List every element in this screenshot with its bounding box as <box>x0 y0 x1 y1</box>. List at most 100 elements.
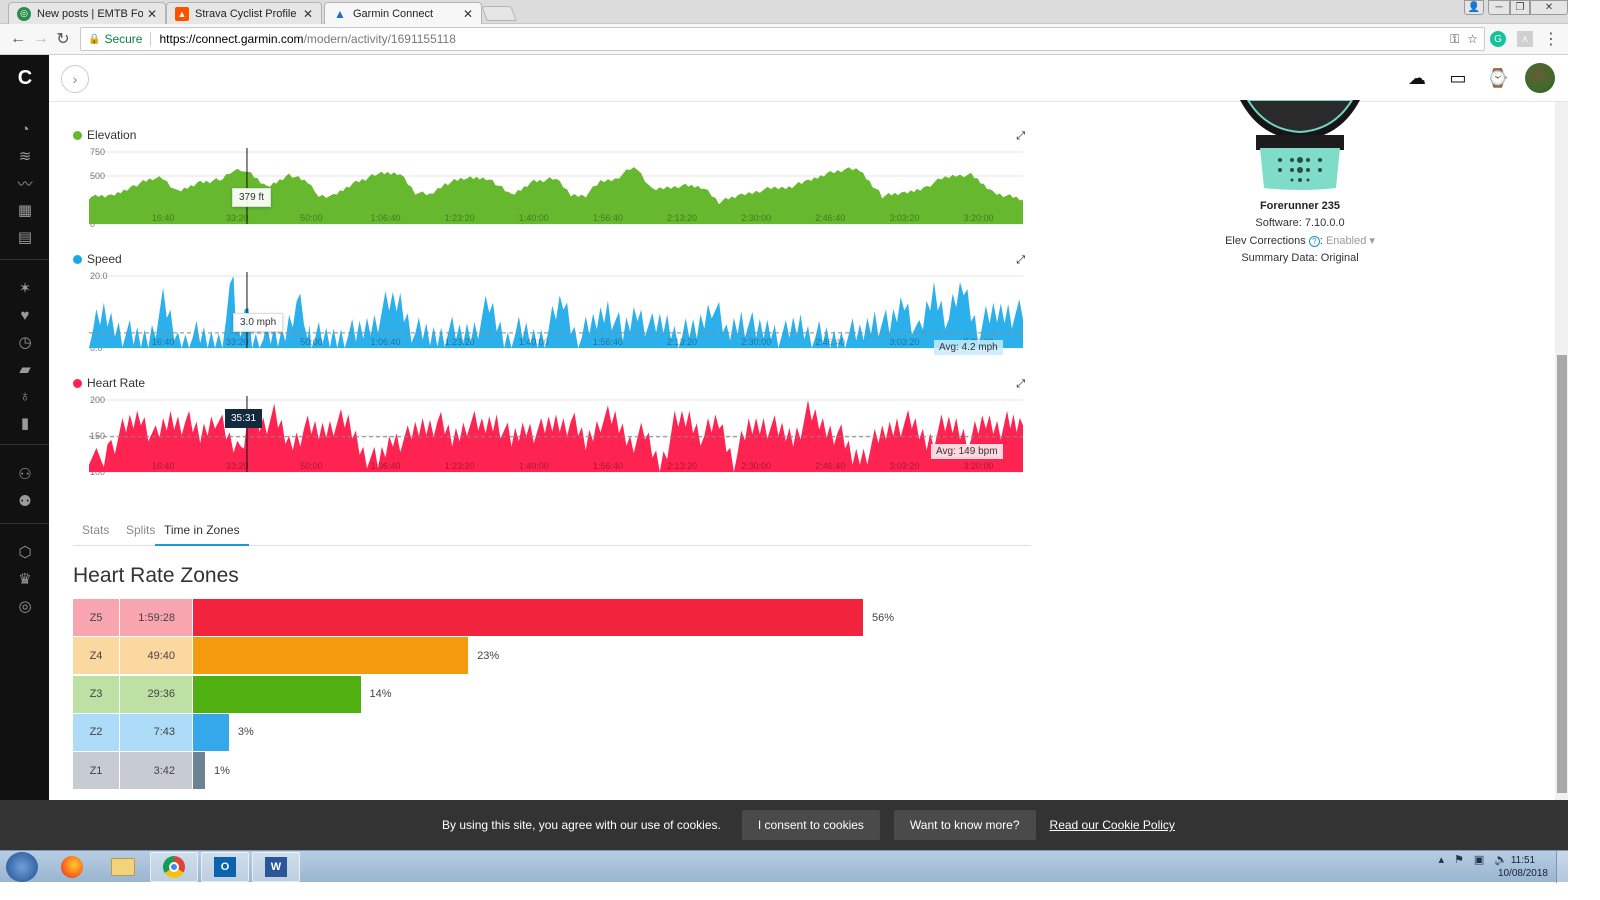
cookie-policy-link[interactable]: Read our Cookie Policy <box>1050 818 1175 832</box>
heart-rate-average-label: Avg: 149 bpm <box>931 444 1003 459</box>
x-tick-label: 50:00 <box>300 461 323 471</box>
consent-cookies-button[interactable]: I consent to cookies <box>741 810 880 840</box>
menu-kebab-icon[interactable]: ⋮ <box>1541 29 1561 49</box>
person-icon[interactable]: ✶ <box>14 277 36 299</box>
x-tick-label: 1:23:20 <box>445 461 475 471</box>
badge-icon[interactable]: ⬡ <box>14 541 36 563</box>
x-tick-label: 2:30:00 <box>741 461 771 471</box>
network-icon[interactable]: ▣ <box>1474 853 1484 866</box>
address-bar[interactable]: 🔒 Secure https://connect.garmin.com /mod… <box>80 27 1485 51</box>
zone-percent: 14% <box>369 688 392 701</box>
word-icon[interactable]: W <box>252 852 300 882</box>
lightbulb-icon[interactable]: ♁ <box>14 385 36 407</box>
show-desktop-button[interactable] <box>1556 851 1568 883</box>
speed-chart-title: Speed <box>73 252 122 266</box>
upload-cloud-icon[interactable]: ☁ <box>1406 67 1428 89</box>
action-center-flag-icon[interactable]: ⚑ <box>1454 853 1464 866</box>
target-icon[interactable]: ◎ <box>14 595 36 617</box>
profile-icon[interactable]: 👤 <box>1464 0 1484 15</box>
inbox-icon[interactable]: ▭ <box>1447 67 1469 89</box>
fullscreen-icon[interactable]: ⤢ <box>1016 130 1025 143</box>
speed-chart: Speed ⤢ 0.020.016:4033:2050:001:06:401:2… <box>73 252 1033 352</box>
x-tick-label: 1:40:00 <box>519 213 549 223</box>
bar-chart-icon[interactable]: ▮ <box>14 412 36 434</box>
minimize-button[interactable]: ─ <box>1488 0 1510 15</box>
show-hidden-icons[interactable]: ▴ <box>1438 853 1444 866</box>
heart-rate-plot[interactable]: 10015020016:4033:2050:001:06:401:23:201:… <box>73 394 1033 476</box>
x-tick-label: 1:06:40 <box>370 337 400 347</box>
reload-icon[interactable]: ↻ <box>53 29 73 49</box>
browser-tab-strava[interactable]: ▲ Strava Cyclist Profile | Tuc ✕ <box>166 2 322 24</box>
close-tab-icon[interactable]: ✕ <box>463 7 473 21</box>
outlook-icon[interactable]: O <box>201 852 249 882</box>
divider <box>0 444 49 445</box>
zone-bar <box>193 637 469 675</box>
fullscreen-icon[interactable]: ⤢ <box>1016 254 1025 267</box>
x-tick-label: 1:56:40 <box>593 461 623 471</box>
zone-label: Z3 <box>73 675 119 713</box>
news-icon[interactable]: ▤ <box>14 226 36 248</box>
x-tick-label: 3:03:20 <box>889 461 919 471</box>
tab-time-in-zones[interactable]: Time in Zones <box>155 523 249 546</box>
shoe-icon[interactable]: ▰ <box>14 358 36 380</box>
close-tab-icon[interactable]: ✕ <box>303 7 313 21</box>
new-tab-button[interactable] <box>481 6 517 21</box>
help-icon[interactable]: ? <box>1308 235 1320 247</box>
strava-favicon: ▲ <box>175 6 189 21</box>
tab-stats[interactable]: Stats <box>82 523 109 544</box>
legend-dot <box>73 130 82 140</box>
expand-sidebar-button[interactable]: › <box>61 65 89 93</box>
browser-tab-emtb[interactable]: ◎ New posts | EMTB Forum ✕ <box>8 2 166 24</box>
y-tick-label: 750 <box>90 147 105 157</box>
start-button[interactable] <box>6 852 38 882</box>
tab-splits[interactable]: Splits <box>126 523 155 544</box>
lock-icon: 🔒 <box>88 33 101 45</box>
calendar-icon[interactable]: ▦ <box>14 199 36 221</box>
elev-corrections-dropdown[interactable]: Enabled ▾ <box>1326 235 1375 247</box>
groups-icon[interactable]: ⚉ <box>14 490 36 512</box>
back-arrow-icon[interactable]: ← <box>8 29 28 49</box>
grammarly-icon[interactable]: G <box>1490 31 1506 47</box>
app-sidebar: C ◔ ≋ 〰 ▦ ▤ ✶ ♥ ◷ ▰ ♁ ▮ ⚇ ⚉ ⬡ ♛ ◎ <box>0 55 49 800</box>
connections-icon[interactable]: ⚇ <box>14 463 36 485</box>
x-tick-label: 2:13:20 <box>667 461 697 471</box>
star-icon[interactable]: ☆ <box>1467 32 1478 46</box>
chrome-icon[interactable] <box>150 852 198 882</box>
file-explorer-icon[interactable] <box>99 852 147 882</box>
restore-button[interactable]: ❐ <box>1510 0 1530 15</box>
system-clock[interactable]: 11:51 10/08/2018 <box>1498 854 1548 880</box>
garmin-connect-logo[interactable]: C <box>14 67 36 89</box>
pdf-extension-icon[interactable]: ⋏ <box>1517 31 1533 47</box>
trophy-icon[interactable]: ♛ <box>14 568 36 590</box>
know-more-button[interactable]: Want to know more? <box>893 810 1036 840</box>
browser-tab-garmin[interactable]: ▲ Garmin Connect ✕ <box>324 2 482 25</box>
x-tick-label: 1:06:40 <box>370 461 400 471</box>
cookie-text: By using this site, you agree with our u… <box>442 818 721 832</box>
layers-icon[interactable]: ≋ <box>14 145 36 167</box>
elevation-plot[interactable]: 025050075016:4033:2050:001:06:401:23:201… <box>73 146 1033 228</box>
garmin-favicon: ▲ <box>334 7 346 21</box>
caret-down-icon: ▾ <box>1369 235 1375 247</box>
clock-date: 10/08/2018 <box>1497 868 1548 879</box>
zone-percent: 23% <box>477 649 500 662</box>
watch-icon[interactable]: ⌚ <box>1487 67 1509 89</box>
stopwatch-icon[interactable]: ◷ <box>14 331 36 353</box>
scrollbar-thumb[interactable] <box>1557 355 1567 793</box>
x-tick-label: 33:20 <box>226 461 249 471</box>
device-info-panel: Forerunner 235 Software: 7.10.0.0 Elev C… <box>1190 99 1410 264</box>
firefox-icon[interactable] <box>48 852 96 882</box>
fullscreen-icon[interactable]: ⤢ <box>1016 378 1025 391</box>
key-icon[interactable]: ⚿ <box>1450 32 1459 47</box>
heart-icon[interactable]: ♥ <box>14 304 36 326</box>
y-tick-label: 500 <box>90 171 105 181</box>
x-tick-label: 1:56:40 <box>593 337 623 347</box>
close-window-button[interactable]: ✕ <box>1530 0 1568 15</box>
dashboard-icon[interactable]: ◔ <box>14 118 36 140</box>
close-tab-icon[interactable]: ✕ <box>147 7 157 21</box>
activity-icon[interactable]: 〰 <box>14 172 36 194</box>
x-tick-label: 33:20 <box>226 337 249 347</box>
avatar[interactable] <box>1525 63 1555 93</box>
elevation-tooltip: 379 ft <box>232 188 272 207</box>
speed-plot[interactable]: 0.020.016:4033:2050:001:06:401:23:201:40… <box>73 270 1033 352</box>
forward-arrow-icon[interactable]: → <box>31 29 51 49</box>
